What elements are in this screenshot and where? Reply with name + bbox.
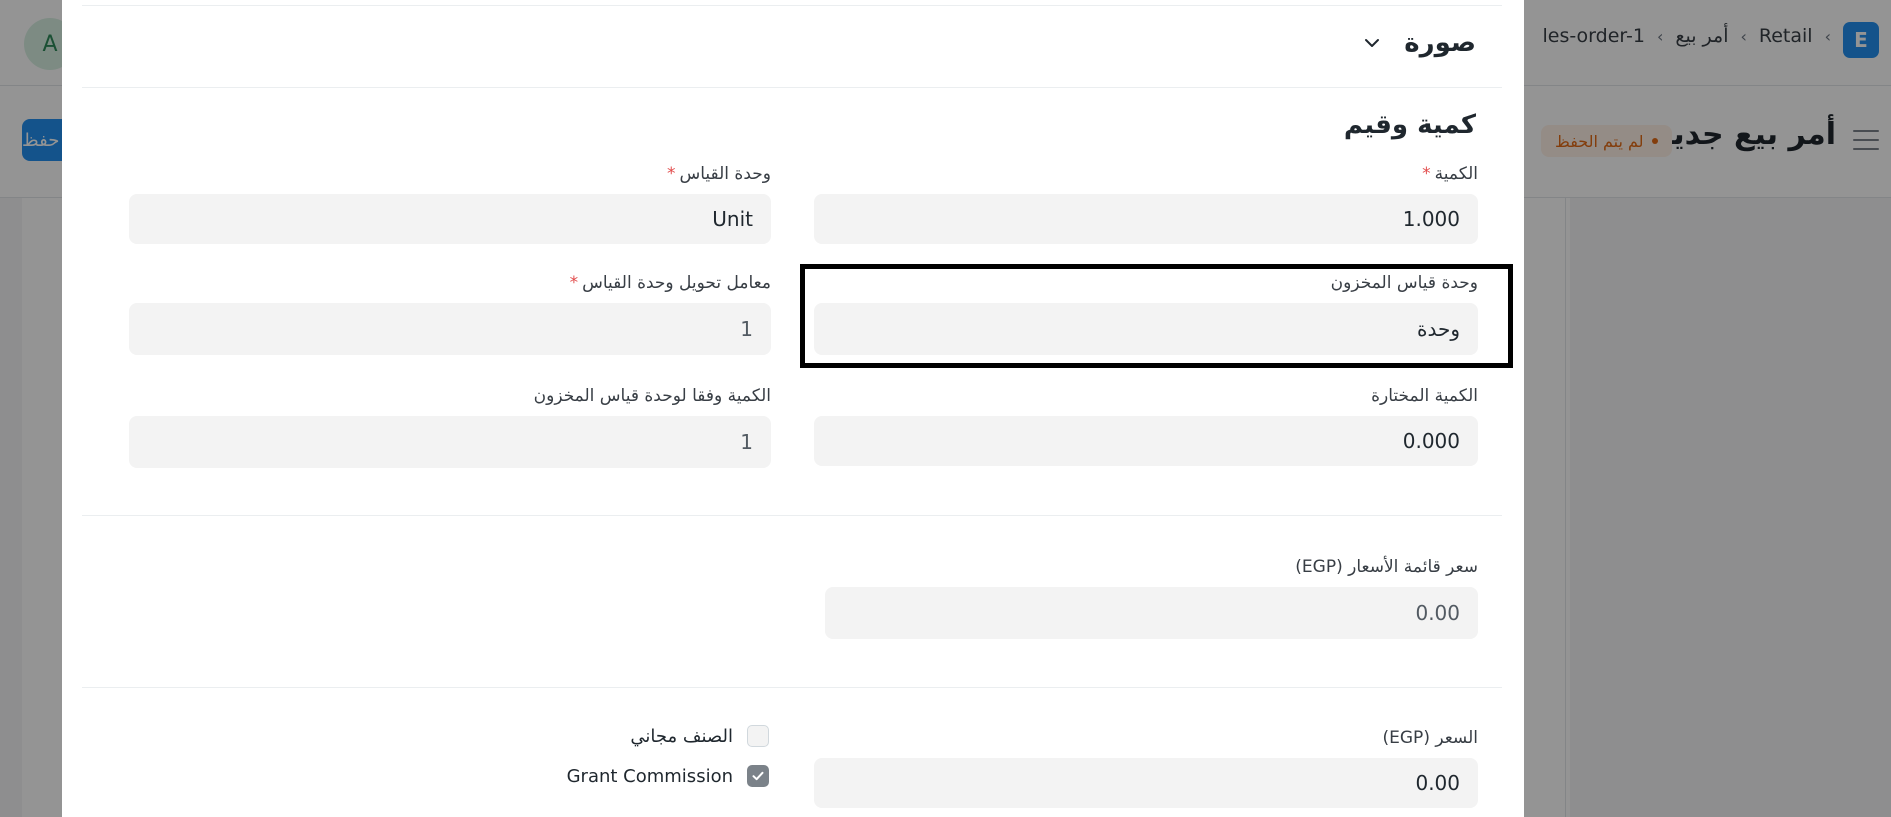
free-item-label: الصنف مجاني (630, 725, 733, 747)
uom-field: وحدة القياس* Unit (129, 162, 771, 244)
rate-field: السعر (EGP) 0.00 (814, 726, 1478, 808)
free-item-checkbox-row[interactable]: الصنف مجاني (630, 725, 769, 747)
rate-input[interactable]: 0.00 (814, 758, 1478, 808)
required-marker: * (1422, 164, 1431, 184)
picked-qty-input[interactable]: 0.000 (814, 416, 1478, 466)
qty-field: الكمية* 1.000 (814, 162, 1478, 244)
uom-input[interactable]: Unit (129, 194, 771, 244)
conversion-factor-label: معامل تحويل وحدة القياس* (569, 273, 771, 293)
conversion-factor-input[interactable]: 1 (129, 303, 771, 355)
stock-uom-field: وحدة قياس المخزون وحدة (814, 271, 1478, 355)
grant-commission-checkbox[interactable] (747, 765, 769, 787)
chevron-down-icon (1365, 39, 1380, 47)
required-marker: * (569, 273, 579, 293)
qty-label: الكمية* (1422, 164, 1478, 184)
section-divider (82, 687, 1502, 688)
section-divider (82, 5, 1502, 6)
stock-uom-input[interactable]: وحدة (814, 303, 1478, 355)
quantity-and-rate-section-title: كمية وقيم (1343, 110, 1476, 140)
picked-qty-label: الكمية المختارة (1371, 386, 1478, 406)
section-divider (82, 515, 1502, 516)
free-item-checkbox[interactable] (747, 725, 769, 747)
grant-commission-checkbox-row[interactable]: Grant Commission (567, 765, 769, 787)
section-divider (82, 87, 1502, 88)
required-marker: * (666, 164, 676, 184)
picked-qty-field: الكمية المختارة 0.000 (814, 384, 1478, 466)
price-list-rate-input: 0.00 (825, 587, 1478, 639)
checkmark-icon (752, 771, 764, 781)
item-edit-dialog: صورة كمية وقيم الكمية* 1.000 وحدة القياس… (62, 0, 1524, 817)
stock-uom-label: وحدة قياس المخزون (1330, 273, 1478, 293)
stock-qty-label: الكمية وفقا لوحدة قياس المخزون (533, 386, 771, 406)
image-section-title: صورة (1404, 28, 1476, 58)
price-list-rate-field: سعر قائمة الأسعار (EGP) 0.00 (825, 555, 1478, 639)
stock-qty-input[interactable]: 1 (129, 416, 771, 468)
rate-label: السعر (EGP) (1382, 728, 1479, 748)
price-list-rate-label: سعر قائمة الأسعار (EGP) (1295, 557, 1478, 577)
conversion-factor-field: معامل تحويل وحدة القياس* 1 (129, 271, 771, 355)
stock-qty-field: الكمية وفقا لوحدة قياس المخزون 1 (129, 384, 771, 468)
uom-label: وحدة القياس* (666, 164, 771, 184)
qty-input[interactable]: 1.000 (814, 194, 1478, 244)
image-section-toggle[interactable]: صورة (1362, 28, 1476, 58)
grant-commission-label: Grant Commission (566, 765, 733, 787)
